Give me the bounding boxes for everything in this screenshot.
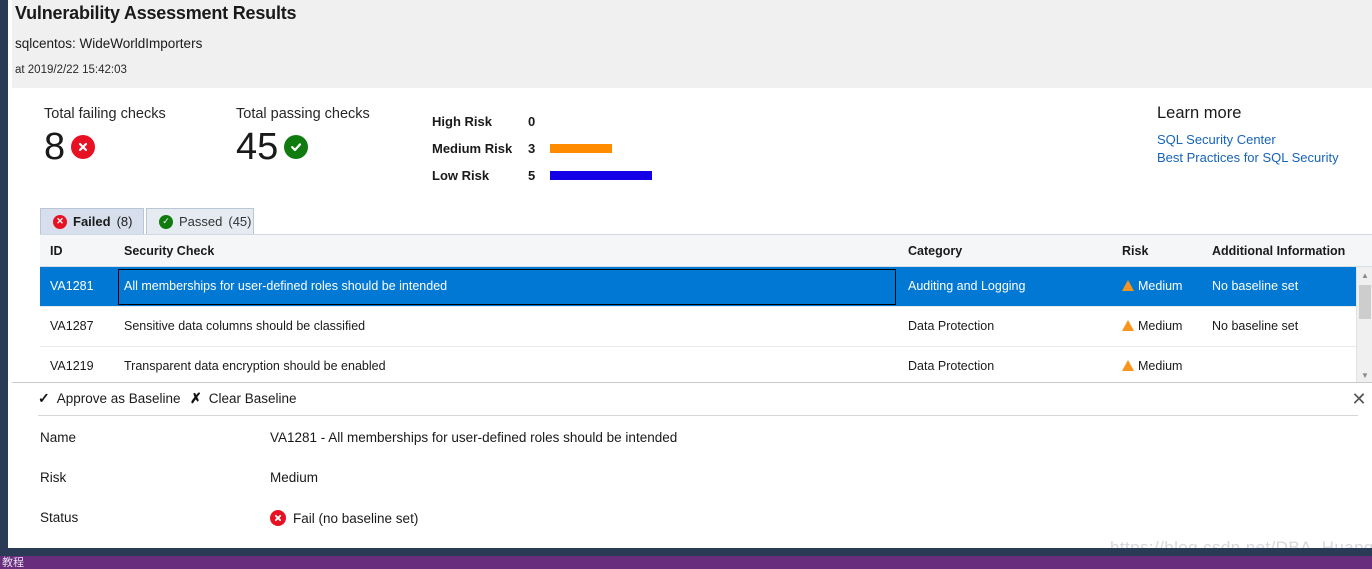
check-icon: ✓ bbox=[38, 390, 50, 406]
detail-status-text: Fail (no baseline set) bbox=[293, 510, 419, 526]
results-grid: ID Security Check Category Risk Addition… bbox=[40, 234, 1372, 382]
warning-triangle-icon bbox=[1122, 360, 1134, 371]
window-bottom-border bbox=[0, 548, 1372, 556]
scroll-down-icon[interactable]: ▼ bbox=[1357, 367, 1372, 382]
cell-additional-information: No baseline set bbox=[1212, 279, 1299, 293]
detail-value-status: Fail (no baseline set) bbox=[270, 510, 418, 526]
cell-id: VA1219 bbox=[50, 359, 94, 373]
stat-failing-value: 8 bbox=[44, 126, 66, 168]
approve-as-baseline-label: Approve as Baseline bbox=[56, 391, 181, 406]
error-circle-icon bbox=[270, 510, 286, 526]
risk-count-low: 5 bbox=[528, 168, 536, 183]
detail-label-status: Status bbox=[40, 510, 79, 525]
learn-more-title: Learn more bbox=[1157, 104, 1242, 122]
error-circle-icon bbox=[71, 135, 96, 159]
tab-passed-count: (45) bbox=[228, 214, 252, 229]
table-row[interactable]: VA1281 All memberships for user-defined … bbox=[40, 267, 1372, 307]
scrollbar-thumb[interactable] bbox=[1359, 285, 1371, 319]
detail-label-name: Name bbox=[40, 430, 77, 445]
clear-baseline-label: Clear Baseline bbox=[208, 391, 297, 406]
cell-category: Data Protection bbox=[908, 319, 995, 333]
report-header: Vulnerability Assessment Results sqlcent… bbox=[12, 0, 1372, 88]
detail-value-risk: Medium bbox=[270, 470, 319, 485]
table-row[interactable]: VA1287 Sensitive data columns should be … bbox=[40, 307, 1372, 347]
stat-failing-label: Total failing checks bbox=[44, 106, 166, 122]
column-header-id[interactable]: ID bbox=[50, 244, 63, 258]
cell-risk-text: Medium bbox=[1138, 319, 1183, 333]
baseline-action-bar: ✓ Approve as Baseline ✗ Clear Baseline ✕ bbox=[12, 382, 1372, 416]
cell-id: VA1287 bbox=[50, 319, 94, 333]
results-tabstrip: ✕ Failed (8) ✓ Passed (45) bbox=[40, 208, 1372, 234]
stat-passing-value: 45 bbox=[236, 126, 279, 168]
risk-row-medium: Medium Risk 3 bbox=[432, 135, 732, 162]
taskbar: 教程 bbox=[0, 556, 1372, 569]
cell-risk-text: Medium bbox=[1138, 279, 1183, 293]
column-header-additional-information[interactable]: Additional Information bbox=[1212, 244, 1345, 258]
taskbar-text: 教程 bbox=[2, 557, 24, 567]
cell-risk-text: Medium bbox=[1138, 359, 1183, 373]
risk-label-high: High Risk bbox=[432, 114, 492, 129]
scroll-up-icon[interactable]: ▲ bbox=[1357, 267, 1372, 283]
stat-total-failing: Total failing checks 8 bbox=[44, 106, 166, 166]
column-header-security-check[interactable]: Security Check bbox=[124, 244, 214, 258]
success-circle-icon bbox=[284, 135, 309, 159]
clear-baseline-button[interactable]: ✗ Clear Baseline bbox=[190, 390, 297, 407]
grid-vertical-scrollbar[interactable]: ▲ ▼ bbox=[1356, 267, 1372, 382]
cell-risk: Medium bbox=[1122, 359, 1182, 373]
cell-risk: Medium bbox=[1122, 279, 1182, 293]
grid-header-row: ID Security Check Category Risk Addition… bbox=[40, 235, 1372, 267]
risk-label-low: Low Risk bbox=[432, 168, 490, 183]
app-window: Vulnerability Assessment Results sqlcent… bbox=[0, 0, 1372, 569]
detail-value-name: VA1281 - All memberships for user-define… bbox=[270, 430, 678, 445]
cross-icon: ✗ bbox=[190, 390, 202, 406]
detail-label-risk: Risk bbox=[40, 470, 67, 485]
warning-triangle-icon bbox=[1122, 320, 1134, 331]
cell-id: VA1281 bbox=[50, 279, 94, 293]
risk-breakdown-chart: High Risk 0 Medium Risk 3 Low Risk 5 bbox=[432, 108, 732, 189]
server-database-subtitle: sqlcentos: WideWorldImporters bbox=[15, 36, 203, 51]
learn-more-panel: Learn more SQL Security Center Best Prac… bbox=[1157, 104, 1372, 166]
stat-total-passing: Total passing checks 45 bbox=[236, 106, 370, 166]
tab-failed-count: (8) bbox=[116, 214, 133, 229]
tab-failed-label: Failed bbox=[73, 214, 111, 229]
table-row[interactable]: VA1219 Transparent data encryption shoul… bbox=[40, 347, 1372, 382]
tab-passed-label: Passed bbox=[179, 214, 223, 229]
check-details-panel: Name VA1281 - All memberships for user-d… bbox=[12, 416, 1372, 556]
cell-security-check: Transparent data encryption should be en… bbox=[124, 359, 386, 373]
warning-triangle-icon bbox=[1122, 280, 1134, 291]
window-left-rail bbox=[0, 0, 8, 556]
success-circle-icon: ✓ bbox=[159, 214, 173, 229]
risk-bar-medium bbox=[550, 144, 612, 153]
column-header-risk[interactable]: Risk bbox=[1122, 244, 1148, 258]
stat-passing-label: Total passing checks bbox=[236, 106, 370, 122]
summary-panel: Total failing checks 8 Total passing che… bbox=[12, 88, 1372, 203]
error-circle-icon: ✕ bbox=[53, 214, 67, 229]
page-title: Vulnerability Assessment Results bbox=[15, 3, 297, 23]
cell-category: Data Protection bbox=[908, 359, 995, 373]
tab-failed[interactable]: ✕ Failed (8) bbox=[40, 208, 144, 234]
cell-security-check: All memberships for user-defined roles s… bbox=[124, 279, 448, 293]
approve-as-baseline-button[interactable]: ✓ Approve as Baseline bbox=[38, 390, 181, 407]
cell-category: Auditing and Logging bbox=[908, 279, 1026, 293]
cell-risk: Medium bbox=[1122, 319, 1182, 333]
risk-row-low: Low Risk 5 bbox=[432, 162, 732, 189]
tab-passed[interactable]: ✓ Passed (45) bbox=[146, 208, 254, 234]
link-best-practices-sql-security[interactable]: Best Practices for SQL Security bbox=[1157, 149, 1372, 167]
scan-timestamp: at 2019/2/22 15:42:03 bbox=[15, 64, 127, 76]
close-icon[interactable]: ✕ bbox=[1348, 388, 1370, 410]
risk-count-medium: 3 bbox=[528, 141, 536, 156]
risk-row-high: High Risk 0 bbox=[432, 108, 732, 135]
risk-count-high: 0 bbox=[528, 114, 536, 129]
link-sql-security-center[interactable]: SQL Security Center bbox=[1157, 131, 1372, 149]
column-header-category[interactable]: Category bbox=[908, 244, 962, 258]
risk-bar-low bbox=[550, 171, 652, 180]
risk-label-medium: Medium Risk bbox=[432, 141, 513, 156]
cell-security-check: Sensitive data columns should be classif… bbox=[124, 319, 366, 333]
cell-additional-information: No baseline set bbox=[1212, 319, 1299, 333]
